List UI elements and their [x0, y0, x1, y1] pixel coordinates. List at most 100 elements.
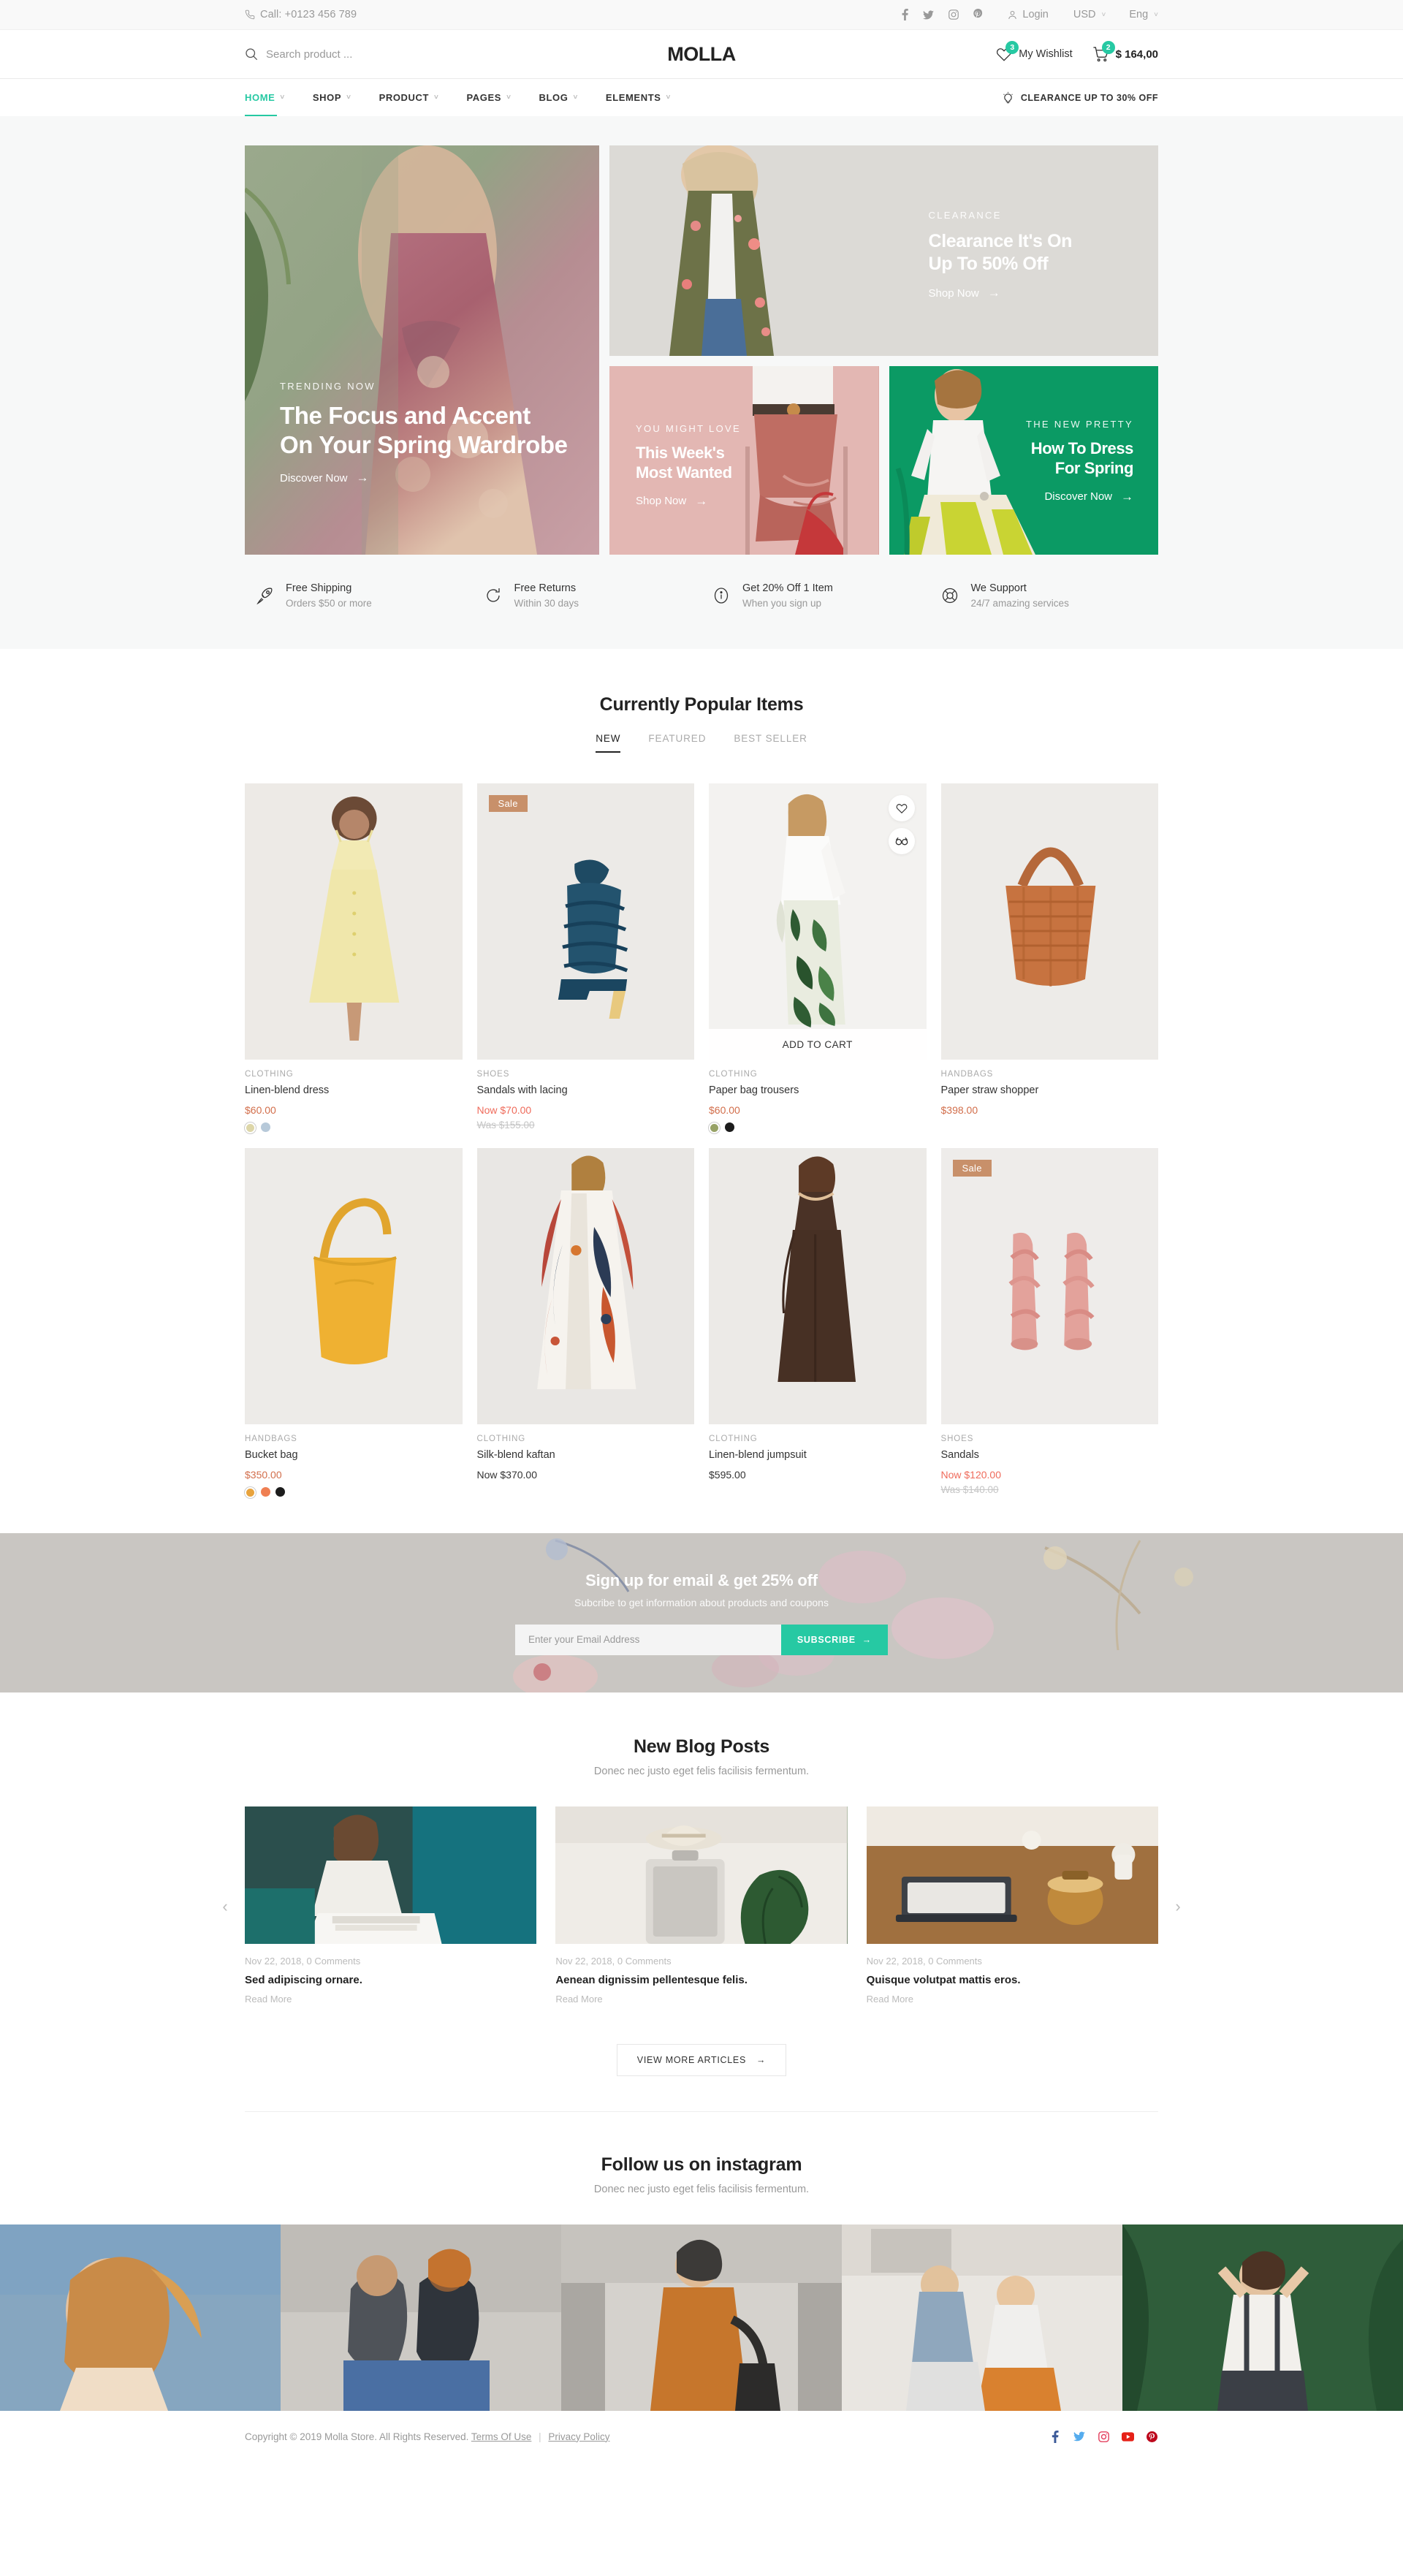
view-more-articles-button[interactable]: VIEW MORE ARTICLES → — [616, 2044, 787, 2076]
nav-item-product[interactable]: PRODUCT ˅ — [365, 79, 453, 116]
login-link[interactable]: Login — [1008, 9, 1049, 20]
product-hover-actions[interactable] — [888, 795, 915, 854]
product-image[interactable] — [709, 1148, 927, 1424]
facebook-icon[interactable] — [1049, 2430, 1062, 2443]
privacy-policy-link[interactable]: Privacy Policy — [548, 2431, 609, 2442]
instagram-icon[interactable] — [1097, 2430, 1110, 2443]
nav-link-shop[interactable]: SHOP ˅ — [299, 79, 365, 116]
language-select[interactable]: Eng ˅ — [1129, 9, 1158, 20]
nav-link-product[interactable]: PRODUCT ˅ — [365, 79, 453, 116]
wishlist-button[interactable]: 3 My Wishlist — [996, 41, 1073, 62]
product-card[interactable]: ADD TO CART CLOTHING Paper bag trousers … — [709, 783, 927, 1133]
product-card[interactable]: CLOTHING Silk-blend kaftan Now $370.00 — [476, 1148, 695, 1498]
nav-link-blog[interactable]: BLOG ˅ — [525, 79, 592, 116]
instagram-icon[interactable] — [948, 10, 959, 20]
subscribe-button[interactable]: SUBSCRIBE → — [780, 1624, 888, 1655]
instagram-photo[interactable] — [1122, 2224, 1403, 2411]
product-name[interactable]: Paper bag trousers — [709, 1084, 927, 1096]
product-image[interactable] — [476, 1148, 694, 1424]
nav-item-blog[interactable]: BLOG ˅ — [525, 79, 592, 116]
email-input[interactable] — [515, 1624, 781, 1655]
product-name[interactable]: Sandals with lacing — [477, 1084, 695, 1096]
instagram-photo[interactable] — [281, 2224, 561, 2411]
blog-post-title[interactable]: Sed adipiscing ornare. — [245, 1974, 536, 1986]
swatch[interactable] — [275, 1487, 285, 1497]
product-image[interactable]: Sale — [476, 783, 694, 1060]
product-card[interactable]: CLOTHING Linen-blend dress $60.00 — [245, 783, 463, 1133]
swatch[interactable] — [245, 1487, 256, 1498]
blog-read-more-link[interactable]: Read More — [555, 1994, 602, 2005]
product-image[interactable] — [940, 783, 1158, 1060]
nav-item-elements[interactable]: ELEMENTS ˅ — [592, 79, 685, 116]
terms-of-use-link[interactable]: Terms Of Use — [471, 2431, 532, 2442]
blog-post-image[interactable] — [866, 1806, 1158, 1944]
pinterest-icon[interactable] — [973, 9, 983, 20]
hero-most-wanted-cta[interactable]: Shop Now → — [636, 494, 741, 509]
nav-link-pages[interactable]: PAGES ˅ — [453, 79, 525, 116]
hero-spring-cta[interactable]: Discover Now → — [1026, 490, 1133, 504]
blog-post-card[interactable]: Nov 22, 2018, 0 Comments Quisque volutpa… — [866, 1806, 1158, 2006]
nav-link-elements[interactable]: ELEMENTS ˅ — [592, 79, 685, 116]
product-image[interactable] — [245, 1148, 463, 1424]
quick-view-icon[interactable] — [888, 828, 915, 854]
product-name[interactable]: Linen-blend dress — [245, 1084, 463, 1096]
cart-button[interactable]: 2 $ 164,00 — [1092, 40, 1158, 63]
youtube-icon[interactable] — [1121, 2430, 1134, 2443]
product-swatches[interactable] — [245, 1122, 463, 1133]
product-name[interactable]: Bucket bag — [245, 1449, 463, 1461]
swatch[interactable] — [261, 1487, 270, 1497]
tab-best-seller[interactable]: BEST SELLER — [734, 733, 807, 753]
add-to-cart-button[interactable]: ADD TO CART — [709, 1029, 927, 1060]
search-icon[interactable] — [245, 48, 258, 61]
blog-post-card[interactable]: Nov 22, 2018, 0 Comments Sed adipiscing … — [245, 1806, 537, 2006]
hero-clearance-cta[interactable]: Shop Now → — [929, 286, 1072, 300]
nav-item-home[interactable]: HOME ˅ — [245, 79, 299, 116]
blog-read-more-link[interactable]: Read More — [867, 1994, 913, 2005]
site-logo[interactable]: MOLLA — [667, 43, 736, 66]
swatch[interactable] — [261, 1122, 270, 1132]
add-to-wishlist-icon[interactable] — [888, 795, 915, 821]
blog-next-arrow[interactable]: › — [1166, 1894, 1190, 1919]
hero-main-cta[interactable]: Discover Now → — [280, 471, 568, 485]
blog-post-image[interactable] — [245, 1806, 537, 1944]
product-card[interactable]: HANDBAGS Bucket bag $350.00 — [245, 1148, 463, 1498]
product-name[interactable]: Paper straw shopper — [941, 1084, 1159, 1096]
hero-banner-clearance[interactable]: CLEARANCE Clearance It's On Up To 50% Of… — [609, 145, 1158, 356]
product-image[interactable]: Sale — [940, 1148, 1158, 1424]
blog-prev-arrow[interactable]: ‹ — [213, 1894, 237, 1919]
clearance-promo-link[interactable]: CLEARANCE UP TO 30% OFF — [1003, 79, 1158, 116]
hero-banner-spring[interactable]: THE NEW PRETTY How To Dress For Spring D… — [889, 366, 1158, 555]
hero-banner-most-wanted[interactable]: YOU MIGHT LOVE This Week's Most Wanted S… — [609, 366, 879, 555]
product-card[interactable]: Sale SHOES Sandals with lacing Now $70.0… — [476, 783, 695, 1133]
blog-post-image[interactable] — [555, 1806, 848, 1944]
swatch[interactable] — [709, 1122, 720, 1133]
blog-post-title[interactable]: Aenean dignissim pellentesque felis. — [555, 1974, 847, 1986]
nav-item-pages[interactable]: PAGES ˅ — [453, 79, 525, 116]
pinterest-icon[interactable] — [1145, 2430, 1158, 2443]
swatch[interactable] — [725, 1122, 734, 1132]
product-card[interactable]: HANDBAGS Paper straw shopper $398.00 — [940, 783, 1159, 1133]
hero-banner-main[interactable]: TRENDING NOW The Focus and Accent On You… — [245, 145, 599, 555]
tab-featured[interactable]: FEATURED — [648, 733, 706, 753]
twitter-icon[interactable] — [1073, 2430, 1086, 2443]
product-name[interactable]: Sandals — [941, 1449, 1159, 1461]
swatch[interactable] — [245, 1122, 256, 1133]
tab-new[interactable]: NEW — [596, 733, 621, 753]
blog-post-card[interactable]: Nov 22, 2018, 0 Comments Aenean dignissi… — [555, 1806, 848, 2006]
product-card[interactable]: CLOTHING Linen-blend jumpsuit $595.00 — [709, 1148, 927, 1498]
product-name[interactable]: Silk-blend kaftan — [477, 1449, 695, 1461]
search-box[interactable] — [245, 48, 522, 61]
nav-item-shop[interactable]: SHOP ˅ — [299, 79, 365, 116]
blog-read-more-link[interactable]: Read More — [245, 1994, 292, 2005]
facebook-icon[interactable] — [902, 9, 909, 20]
product-name[interactable]: Linen-blend jumpsuit — [709, 1449, 927, 1461]
instagram-photo[interactable] — [561, 2224, 842, 2411]
blog-post-title[interactable]: Quisque volutpat mattis eros. — [867, 1974, 1158, 1986]
product-image[interactable]: ADD TO CART — [709, 783, 927, 1060]
instagram-photo[interactable] — [0, 2224, 281, 2411]
product-image[interactable] — [245, 783, 463, 1060]
product-swatches[interactable] — [709, 1122, 927, 1133]
product-swatches[interactable] — [245, 1487, 463, 1498]
newsletter-form[interactable]: SUBSCRIBE → — [515, 1624, 888, 1655]
product-card[interactable]: Sale SHOES Sandals Now $120.00 Was $140.… — [940, 1148, 1159, 1498]
